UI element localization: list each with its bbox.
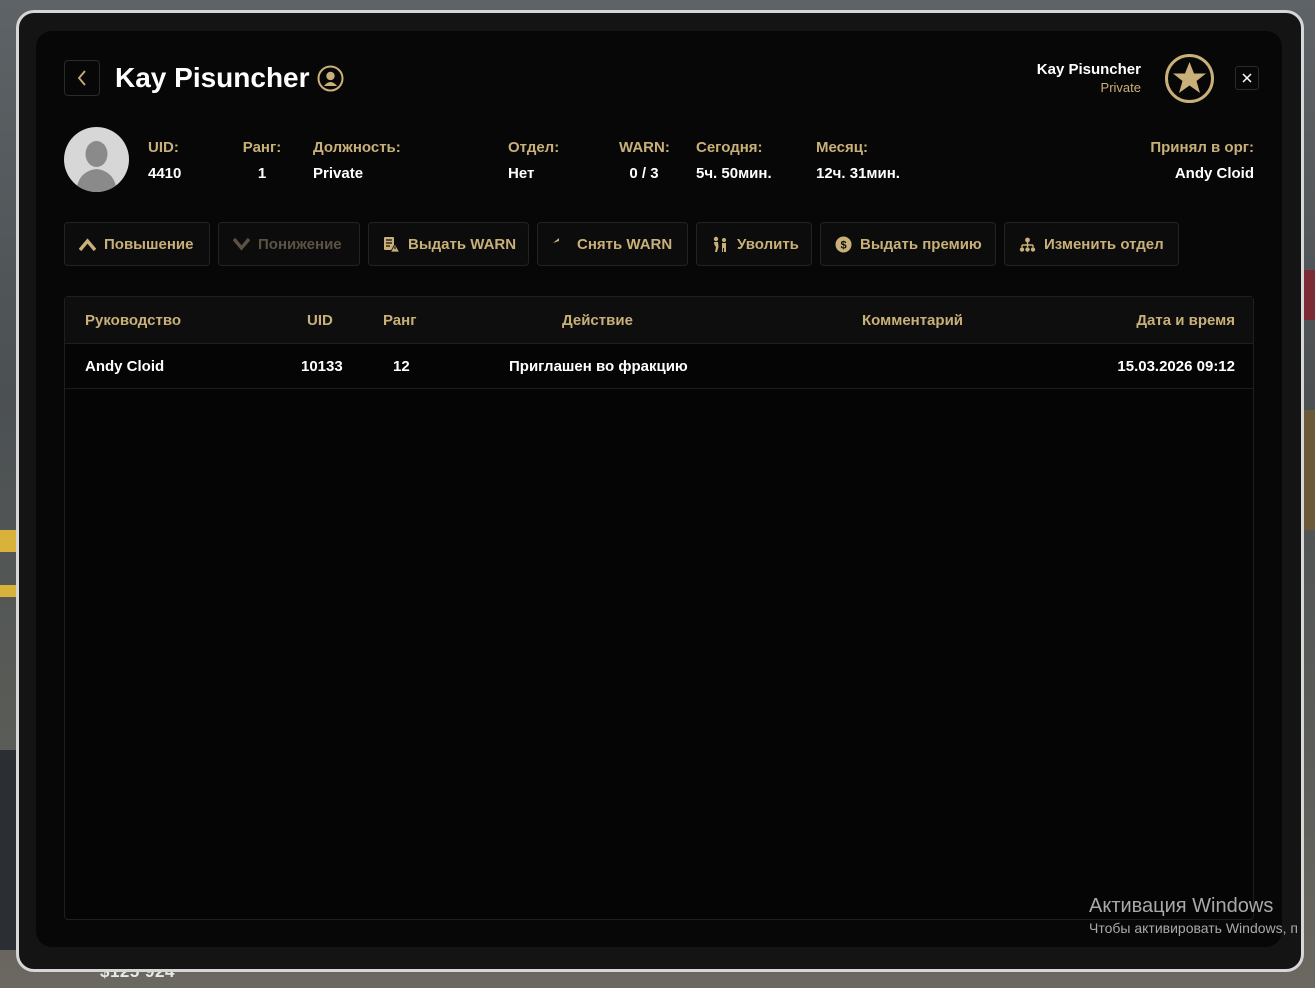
- stat-label: UID:: [148, 139, 179, 156]
- close-button[interactable]: [1235, 66, 1259, 90]
- stat-label: WARN:: [619, 139, 670, 156]
- stat-label: Ранг:: [242, 139, 282, 156]
- windows-activation-subtitle: Чтобы активировать Windows, п: [1089, 920, 1298, 936]
- button-label: Выдать WARN: [408, 235, 517, 253]
- column-header: UID: [307, 312, 333, 329]
- give-bonus-button[interactable]: $ Выдать премию: [820, 222, 996, 266]
- stat-uid: UID: 4410: [148, 139, 181, 182]
- stat-label: Принял в орг:: [1150, 139, 1254, 156]
- stat-value: 0 / 3: [629, 165, 659, 182]
- page-title: Kay Pisuncher: [115, 62, 310, 93]
- stat-month: Месяц: 12ч. 31мин.: [816, 139, 900, 182]
- chevron-left-icon: [77, 70, 86, 86]
- cell-datetime: 15.03.2026 09:12: [1117, 358, 1235, 375]
- stat-value: 1: [257, 165, 267, 182]
- stat-value: 5ч. 50мин.: [696, 165, 772, 182]
- current-user-name: Kay Pisuncher: [1036, 61, 1141, 78]
- person-silhouette-icon: [76, 141, 117, 192]
- cell-action: Приглашен во фракцию: [509, 358, 688, 375]
- stat-position: Должность: Private: [313, 139, 401, 182]
- fire-button[interactable]: Уволить: [696, 222, 812, 266]
- svg-text:$: $: [840, 239, 846, 251]
- hierarchy-icon: [1019, 237, 1036, 252]
- button-label: Снять WARN: [577, 235, 673, 253]
- chevron-down-icon: [233, 237, 250, 251]
- avatar: [64, 127, 129, 192]
- stat-rank: Ранг: 1: [242, 139, 282, 182]
- current-user-rank: Private: [1100, 80, 1141, 95]
- cell-manager: Andy Cloid: [85, 358, 165, 375]
- button-label: Изменить отдел: [1044, 235, 1164, 253]
- promote-button[interactable]: Повышение: [64, 222, 210, 266]
- stat-value: 4410: [148, 165, 182, 182]
- undo-arrow-icon: [553, 238, 559, 243]
- stat-accepted-by: Принял в орг: Andy Cloid: [1150, 139, 1254, 182]
- stat-value: Andy Cloid: [1174, 165, 1254, 182]
- table-header: Руководство UID Ранг Действие Комментари…: [65, 297, 1253, 344]
- windows-activation-title: Активация Windows: [1089, 895, 1274, 917]
- stat-today: Сегодня: 5ч. 50мин.: [696, 139, 772, 182]
- warn-document-icon: [384, 236, 400, 252]
- remove-warn-button[interactable]: Снять WARN: [537, 222, 688, 266]
- column-header: Руководство: [85, 312, 182, 329]
- dollar-coin-icon: $: [835, 236, 852, 252]
- column-header: Действие: [562, 312, 633, 329]
- give-warn-button[interactable]: Выдать WARN: [368, 222, 529, 266]
- column-header: Дата и время: [1136, 312, 1235, 329]
- change-department-button[interactable]: Изменить отдел: [1004, 222, 1179, 266]
- button-label: Повышение: [104, 235, 194, 253]
- stat-value: Нет: [508, 165, 535, 182]
- stat-value: Private: [313, 165, 364, 182]
- star-rank-icon: [1165, 54, 1214, 103]
- column-header: Ранг: [383, 312, 417, 329]
- cell-rank: 12: [393, 358, 410, 375]
- demote-button[interactable]: Понижение: [218, 222, 360, 266]
- chevron-up-icon: [79, 237, 96, 251]
- close-icon: [1242, 73, 1252, 83]
- kick-person-icon: [713, 236, 726, 252]
- button-label: Понижение: [258, 235, 342, 253]
- stat-label: Сегодня:: [696, 139, 763, 156]
- stat-warn: WARN: 0 / 3: [619, 139, 670, 182]
- history-table: Руководство UID Ранг Действие Комментари…: [64, 296, 1254, 920]
- column-header: Комментарий: [862, 312, 964, 329]
- user-badge-icon: [317, 65, 344, 92]
- stat-department: Отдел: Нет: [508, 139, 559, 182]
- back-button[interactable]: [64, 60, 100, 96]
- button-label: Выдать премию: [860, 235, 982, 253]
- table-row[interactable]: Andy Cloid 10133 12 Приглашен во фракцию…: [65, 344, 1253, 389]
- stat-label: Отдел:: [508, 139, 560, 156]
- stat-value: 12ч. 31мин.: [816, 165, 900, 182]
- stat-label: Должность:: [313, 139, 401, 156]
- stat-label: Месяц:: [816, 139, 868, 156]
- cell-uid: 10133: [301, 358, 343, 375]
- button-label: Уволить: [737, 235, 799, 253]
